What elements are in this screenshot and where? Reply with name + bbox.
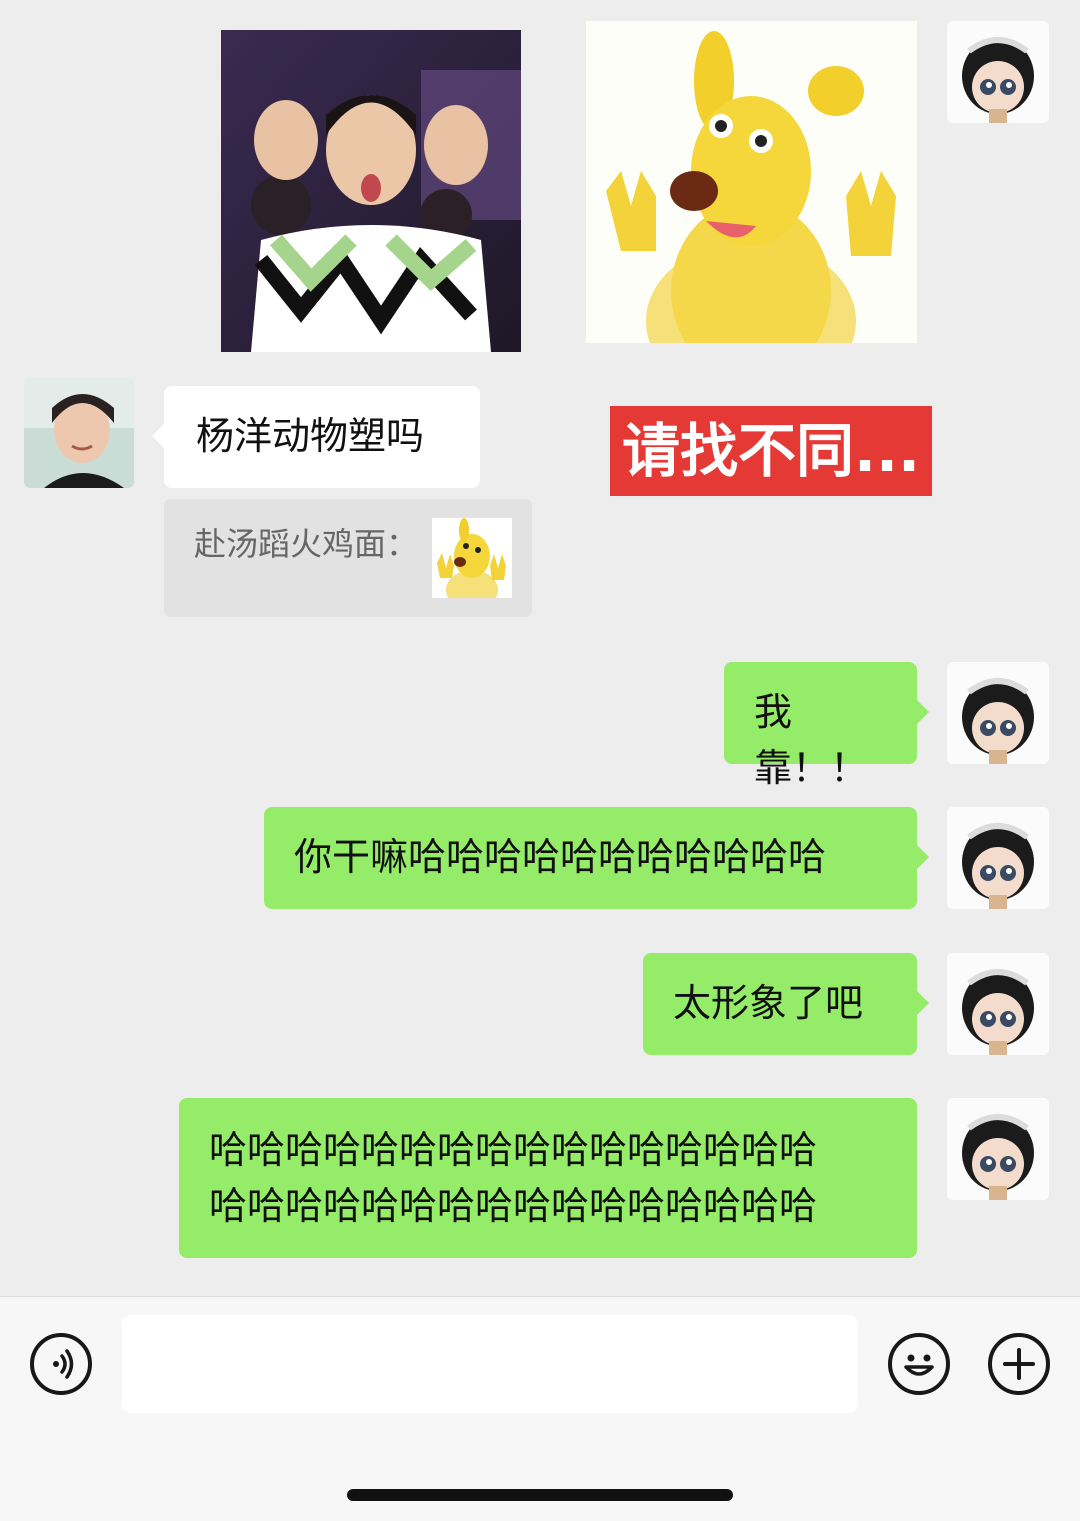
more-options-button[interactable]: [988, 1333, 1050, 1395]
kangaroo-sticker[interactable]: [586, 21, 917, 343]
caption-banner-text: 请找不同...: [621, 417, 921, 485]
my-message-text: 你干嘛哈哈哈哈哈哈哈哈哈哈哈: [294, 835, 827, 879]
my-message-text: 我靠！！: [754, 690, 869, 790]
photo-sticker-person[interactable]: [221, 30, 521, 352]
sender-message-text: 杨洋动物塑吗: [196, 414, 425, 458]
my-message-bubble[interactable]: 太形象了吧: [643, 953, 929, 1055]
my-message-bubble[interactable]: 你干嘛哈哈哈哈哈哈哈哈哈哈哈: [264, 807, 929, 909]
quote-reference[interactable]: 赴汤蹈火鸡面：: [164, 499, 532, 617]
quote-thumbnail: [432, 518, 512, 598]
my-message-text-line: 哈哈哈哈哈哈哈哈哈哈哈哈哈哈哈哈: [209, 1184, 818, 1228]
sender-avatar[interactable]: [24, 378, 134, 488]
quote-text: 赴汤蹈火鸡面：: [194, 525, 419, 563]
my-avatar[interactable]: [947, 953, 1049, 1055]
my-message-text: 太形象了吧: [673, 981, 864, 1025]
emoji-icon: [904, 1354, 934, 1376]
my-message-text-line: 哈哈哈哈哈哈哈哈哈哈哈哈哈哈哈哈: [209, 1128, 818, 1172]
emoji-button[interactable]: [888, 1333, 950, 1395]
sender-message-bubble[interactable]: 杨洋动物塑吗: [152, 386, 480, 488]
voice-icon: [53, 1349, 74, 1379]
chat-input-bar: [0, 1296, 1080, 1521]
plus-icon: [1003, 1348, 1035, 1380]
my-avatar[interactable]: [947, 21, 1049, 123]
my-message-bubble[interactable]: 我靠！！: [724, 662, 929, 790]
my-avatar[interactable]: [947, 662, 1049, 764]
my-avatar[interactable]: [947, 807, 1049, 909]
message-input[interactable]: [122, 1315, 858, 1413]
caption-banner: 请找不同...: [610, 406, 932, 496]
my-message-bubble[interactable]: 哈哈哈哈哈哈哈哈哈哈哈哈哈哈哈哈 哈哈哈哈哈哈哈哈哈哈哈哈哈哈哈哈: [179, 1098, 917, 1258]
voice-input-button[interactable]: [30, 1333, 92, 1395]
my-avatar[interactable]: [947, 1098, 1049, 1200]
home-indicator[interactable]: [347, 1489, 733, 1501]
